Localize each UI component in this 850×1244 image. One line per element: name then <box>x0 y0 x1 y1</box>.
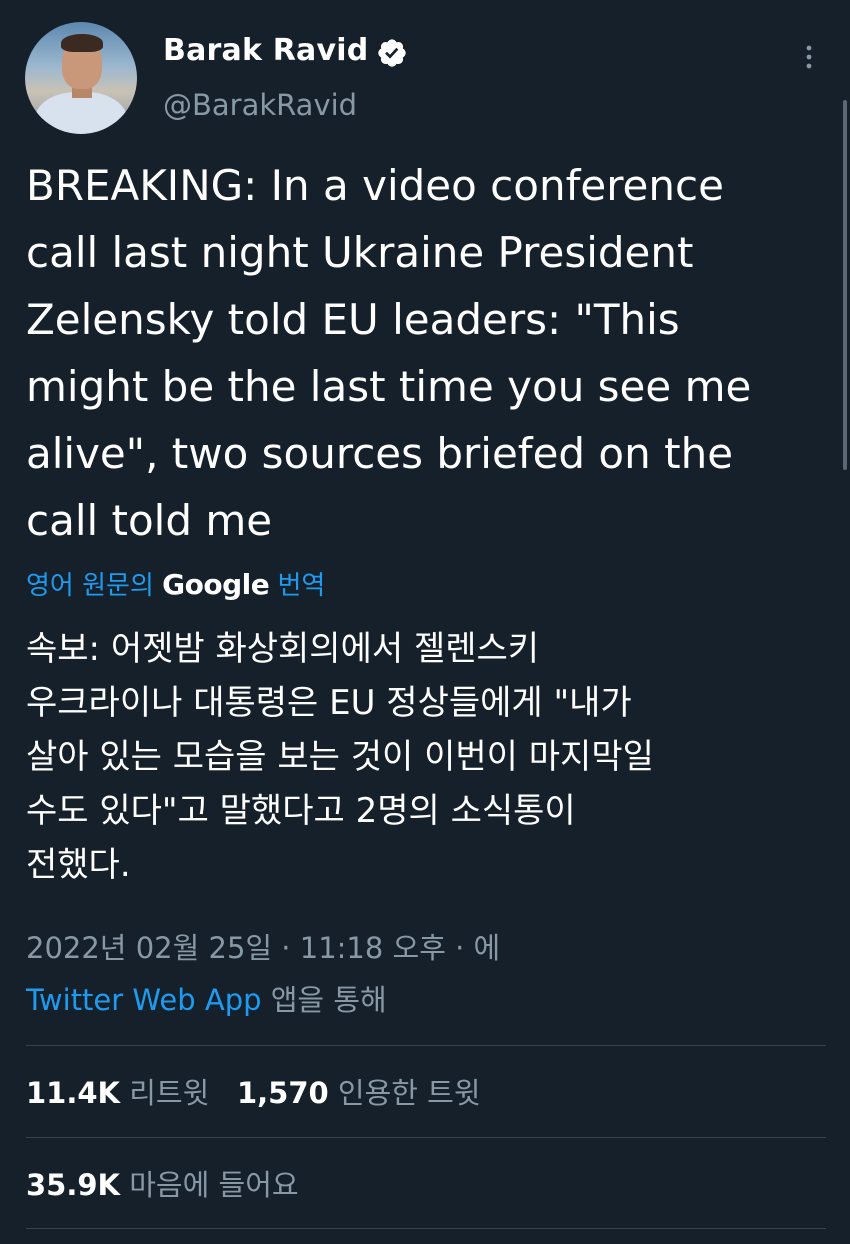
translate-tweet-link[interactable]: 영어 원문의 Google 번역 <box>26 565 325 602</box>
translate-prefix: 영어 원문의 <box>26 571 154 601</box>
tweet-text: BREAKING: In a video conference call las… <box>26 161 752 545</box>
retweets-label: 리트윗 <box>129 1076 210 1110</box>
source-app-link[interactable]: Twitter Web App <box>26 983 262 1017</box>
retweets-count: 11.4K <box>26 1076 121 1110</box>
likes-count: 35.9K <box>26 1168 121 1202</box>
retweets-stat[interactable]: 11.4K 리트윗 <box>26 1076 209 1110</box>
tweet-timestamp[interactable]: 2022년 02월 25일 · 11:18 오후 · 에 <box>26 925 500 967</box>
source-suffix: 앱을 통해 <box>270 983 387 1017</box>
likes-label: 마음에 들어요 <box>129 1168 299 1202</box>
verified-badge-icon <box>378 39 406 67</box>
google-logo: Google <box>162 568 270 601</box>
quotes-label: 인용한 트윗 <box>337 1076 481 1110</box>
more-vertical-icon[interactable] <box>794 42 824 72</box>
author-handle[interactable]: @BarakRavid <box>163 88 357 122</box>
avatar-hair <box>61 34 103 52</box>
avatar-shirt <box>35 92 127 134</box>
author-display-name[interactable]: Barak Ravid <box>163 33 368 68</box>
quotes-count: 1,570 <box>236 1076 329 1110</box>
avatar[interactable] <box>25 22 137 134</box>
translate-suffix: 번역 <box>277 571 326 601</box>
quotes-stat[interactable]: 1,570 인용한 트윗 <box>237 1076 481 1110</box>
divider <box>26 1045 826 1046</box>
likes-stat[interactable]: 35.9K 마음에 들어요 <box>26 1162 299 1204</box>
divider <box>26 1228 826 1229</box>
tweet-source: Twitter Web App 앱을 통해 <box>26 977 387 1019</box>
translated-tweet-text: 속보: 어젯밤 화상회의에서 젤렌스키 우크라이나 대통령은 EU 정상들에게 … <box>26 629 654 885</box>
retweet-quote-stats: 11.4K 리트윗 1,570 인용한 트윗 <box>26 1070 481 1112</box>
divider <box>26 1137 826 1138</box>
scrollbar[interactable] <box>843 100 847 470</box>
